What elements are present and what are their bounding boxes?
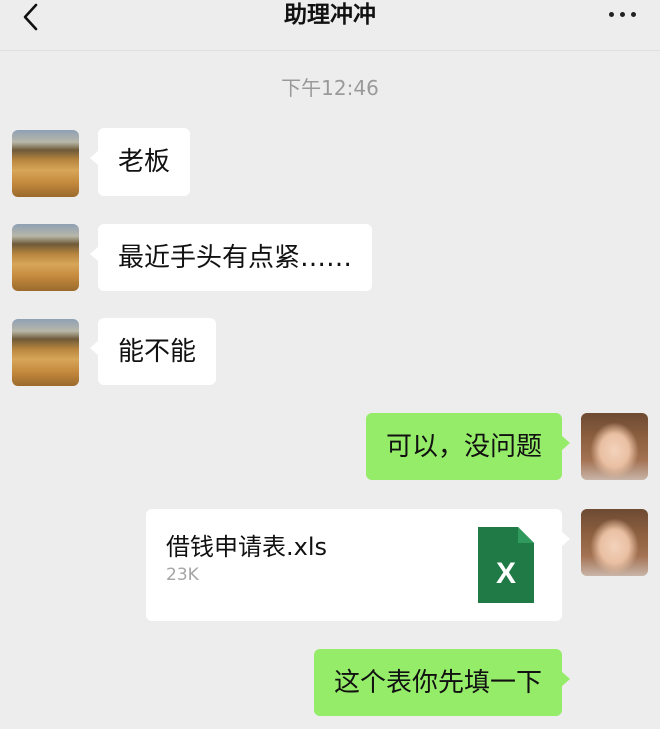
more-dot [630,11,636,17]
incoming-message-bubble[interactable]: 能不能 [89,318,217,385]
message-text: 可以，没问题 [385,431,542,462]
sender-avatar[interactable] [12,319,79,386]
self-avatar[interactable] [581,509,648,576]
sender-avatar[interactable] [12,130,79,197]
message-text: 老板 [118,147,171,177]
excel-icon-letter: X [496,557,516,590]
message-text: 最近手头有点紧…… [118,242,353,273]
message-text: 能不能 [118,336,197,367]
message-text: 这个表你先填一下 [333,667,542,698]
self-avatar[interactable] [581,413,648,480]
file-name: 借钱申请表.xls [166,533,328,561]
chat-title: 助理冲冲 [284,2,376,28]
top-bar: 助理冲冲 [0,0,660,51]
message-timestamp: 下午12:46 [281,76,379,100]
file-size: 23K [166,565,199,585]
more-dot [619,11,625,17]
incoming-message-bubble[interactable]: 最近手头有点紧…… [89,224,373,291]
outgoing-message-bubble[interactable]: 这个表你先填一下 [313,649,571,716]
excel-file-icon: X [478,527,534,603]
sender-avatar[interactable] [12,224,79,291]
more-dots-icon [608,11,614,17]
incoming-message-bubble[interactable]: 老板 [89,128,191,196]
outgoing-message-bubble[interactable]: 可以，没问题 [365,413,571,480]
more-options-button[interactable] [602,6,642,22]
file-message-card[interactable]: 借钱申请表.xls 23K X [146,509,570,621]
